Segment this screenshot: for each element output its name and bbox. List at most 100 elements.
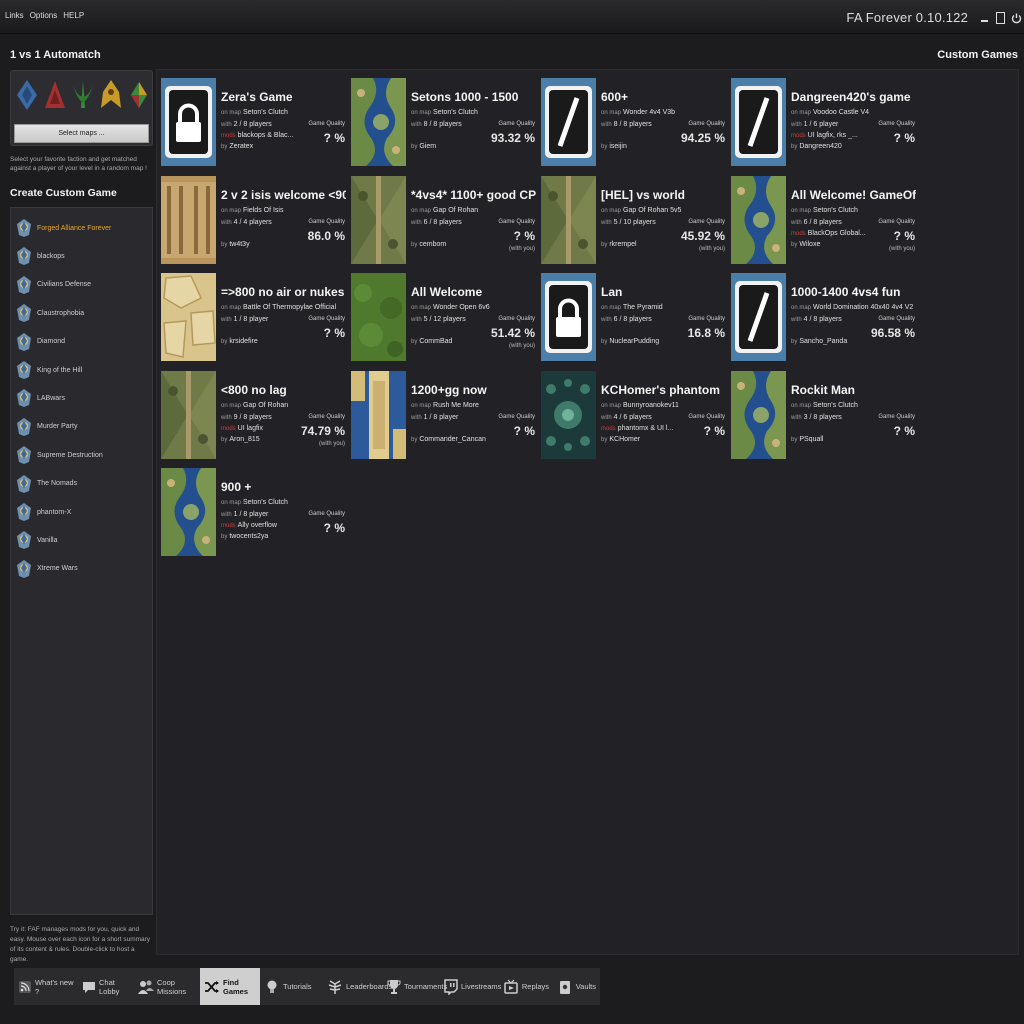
- menu-links[interactable]: Links: [5, 11, 24, 20]
- game-map: on map Rush Me More: [411, 401, 479, 409]
- mod-item[interactable]: Claustrophobia: [16, 302, 84, 324]
- game-card[interactable]: Lan on map The Pyramid with 6 / 8 players by N…: [537, 265, 725, 361]
- game-map: on map Battle Of Thermopylae Official: [221, 304, 337, 311]
- uef-faction-icon[interactable]: [15, 77, 39, 113]
- game-card[interactable]: <800 no lag on map Gap Of Rohan with 9 / 8 p…: [157, 363, 345, 459]
- users-icon: [138, 977, 154, 997]
- nav-tab-vaults[interactable]: Vaults: [553, 968, 600, 1005]
- menu-help[interactable]: HELP: [63, 11, 84, 20]
- mod-item[interactable]: Forged Alliance Forever: [16, 217, 111, 239]
- minimize-icon[interactable]: [978, 10, 990, 26]
- shuffle-icon: [204, 977, 220, 997]
- chat-icon: [82, 977, 96, 997]
- game-card[interactable]: 1000-1400 4vs4 fun on map World Domination…: [727, 265, 915, 361]
- game-players: with 6 / 8 players: [411, 218, 462, 226]
- game-host: by PSquall: [791, 435, 824, 443]
- game-quality-value: ? %: [893, 228, 915, 243]
- game-title: Zera's Game: [221, 90, 293, 104]
- mod-item[interactable]: Civilians Defense: [16, 274, 91, 296]
- seraphim-faction-icon[interactable]: [99, 77, 123, 113]
- game-quality-label: Game Quality: [688, 121, 725, 127]
- game-players: with 8 / 8 players: [411, 121, 462, 128]
- game-card[interactable]: Rockit Man on map Seton's Clutch with 3 / 8 …: [727, 363, 915, 459]
- select-maps-button[interactable]: Select maps ...: [14, 124, 149, 143]
- game-quality-value: ? %: [893, 131, 915, 145]
- custom-games-title: Custom Games: [937, 49, 1018, 61]
- game-card[interactable]: *4vs4* 1100+ good CPU on map Gap Of Rohan w…: [347, 168, 536, 264]
- nav-tab-label: Livestreams: [461, 982, 502, 991]
- nav-tab-label: Find Games: [223, 977, 249, 996]
- nav-tab-what-s-new[interactable]: What's new ?: [14, 968, 78, 1005]
- game-map: on map Gap Of Rohan 5v5: [601, 206, 682, 214]
- nav-tab-coop-missions[interactable]: Coop Missions: [134, 968, 200, 1005]
- nav-tab-chat-lobby[interactable]: Chat Lobby: [78, 968, 134, 1005]
- random-faction-icon[interactable]: [127, 77, 151, 113]
- game-map: on map Bunnyroanokev11: [601, 401, 679, 409]
- mod-item[interactable]: blackops: [16, 245, 65, 267]
- game-card[interactable]: Zera's Game on map Seton's Clutch with 2 / 8…: [157, 70, 345, 166]
- game-card[interactable]: Setons 1000 - 1500 on map Seton's Clutch wi…: [347, 70, 535, 166]
- mod-item[interactable]: Supreme Destruction: [16, 444, 103, 466]
- game-map: on map Wonder Open 6v6: [411, 304, 490, 311]
- power-icon[interactable]: [1010, 10, 1022, 26]
- mod-item[interactable]: phantom-X: [16, 501, 71, 523]
- mod-item[interactable]: LABwars: [16, 387, 65, 409]
- mod-item[interactable]: Diamond: [16, 331, 65, 353]
- game-mods: mods UI lagfix: [221, 424, 263, 432]
- game-card[interactable]: Dangreen420's game on map Voodoo Castle V4…: [727, 70, 915, 166]
- game-card[interactable]: 900 + on map Seton's Clutch with 1 / 8 playe…: [157, 460, 345, 556]
- mod-item[interactable]: The Nomads: [16, 473, 77, 495]
- cybran-faction-icon[interactable]: [43, 77, 67, 113]
- game-players: with 4 / 4 players: [221, 218, 272, 226]
- game-host: by twocents2ya: [221, 533, 269, 540]
- mod-item[interactable]: Xtreme Wars: [16, 558, 78, 580]
- game-mods: mods Ally overflow: [221, 522, 277, 529]
- game-card[interactable]: All Welcome! GameOfFun!R on mapSeton's Cl…: [727, 168, 916, 264]
- automatch-title: 1 vs 1 Automatch: [10, 49, 101, 61]
- maximize-icon[interactable]: [994, 10, 1006, 26]
- mod-list: Forged Alliance Forever blackops Civilians…: [10, 207, 153, 915]
- mod-item[interactable]: Murder Party: [16, 416, 77, 438]
- game-card[interactable]: 2 v 2 isis welcome <900 on map Fields Of I…: [157, 168, 346, 264]
- game-map: on map World Domination 40x40 4v4 V2: [791, 304, 914, 311]
- game-quality-value: 93.32 %: [490, 131, 535, 145]
- mod-item[interactable]: Vanilla: [16, 529, 58, 551]
- game-card[interactable]: All Welcome on map Wonder Open 6v6 with 5 / …: [347, 265, 535, 361]
- nav-tab-find-games[interactable]: Find Games: [200, 968, 260, 1005]
- mod-item[interactable]: King of the Hill: [16, 359, 82, 381]
- nav-tab-tutorials[interactable]: Tutorials: [260, 968, 323, 1005]
- app-title: FA Forever 0.10.122: [846, 10, 968, 25]
- game-card[interactable]: =>800 no air or nukes on map Battle Of The…: [157, 265, 345, 361]
- game-title: Setons 1000 - 1500: [411, 90, 519, 104]
- game-card[interactable]: 1200+gg now on map Rush Me More with 1 / 8 p…: [347, 363, 535, 459]
- automatch-description: Select your favorite faction and get mat…: [10, 156, 147, 172]
- nav-tab-replays[interactable]: Replays: [500, 968, 553, 1005]
- with-you-note: (with you): [508, 245, 535, 252]
- nav-tab-tournaments[interactable]: Tournaments: [383, 968, 447, 1005]
- nav-tab-livestreams[interactable]: Livestreams: [440, 968, 502, 1005]
- game-card[interactable]: KCHomer's phantom on map Bunnyroanokev11 wi…: [537, 363, 725, 459]
- game-quality-value: ? %: [513, 423, 535, 438]
- game-card[interactable]: [HEL] vs world on map Gap Of Rohan 5v5 with…: [537, 168, 725, 264]
- map-thumbnail: [731, 175, 786, 264]
- game-host: by Zeratex: [221, 143, 254, 150]
- map-thumbnail: [541, 175, 596, 264]
- nav-tab-label: Chat Lobby: [99, 977, 120, 996]
- nav-tab-leaderboards[interactable]: Leaderboards: [323, 968, 392, 1005]
- game-card[interactable]: 600+ on map Wonder 4v4 V3b with 8 / 8 player…: [537, 70, 725, 166]
- game-map: on map The Pyramid: [601, 304, 663, 311]
- mod-label: King of the Hill: [37, 366, 83, 374]
- custom-games-panel: Zera's Game on map Seton's Clutch with 2 / 8…: [156, 69, 1019, 955]
- map-thumbnail: [161, 370, 216, 459]
- game-title: Lan: [601, 285, 623, 299]
- aeon-faction-icon[interactable]: [71, 77, 95, 113]
- bulb-icon: [264, 977, 280, 997]
- mod-label: phantom-X: [37, 508, 72, 516]
- game-quality-label: Game Quality: [688, 316, 725, 322]
- mod-hint: Try it: FAF manages mods for you, quick …: [10, 926, 151, 963]
- game-host: by iseijin: [601, 143, 627, 150]
- game-quality-label: Game Quality: [498, 413, 535, 420]
- game-quality-label: Game Quality: [688, 413, 725, 420]
- menu-options[interactable]: Options: [30, 11, 58, 20]
- game-players: with 5 / 10 players: [601, 218, 656, 226]
